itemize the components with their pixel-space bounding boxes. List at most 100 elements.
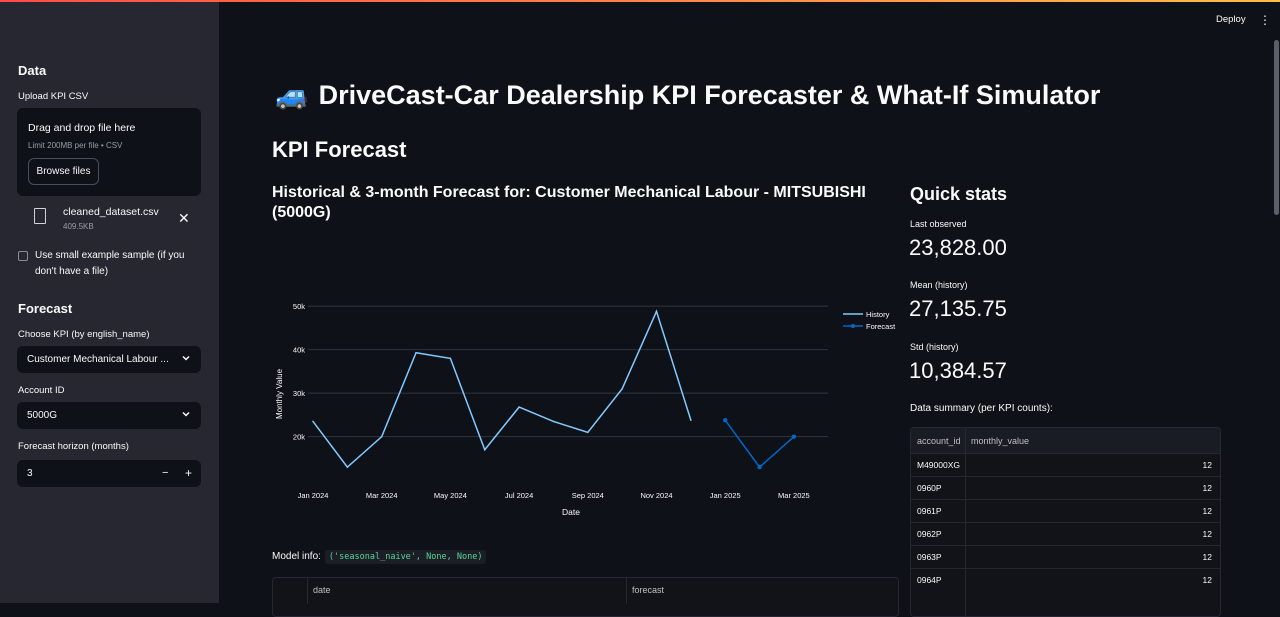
- cell-account-id: 0962P: [917, 529, 942, 539]
- cell-account-id: 0964P: [917, 575, 942, 585]
- horizon-value[interactable]: 3: [27, 468, 33, 479]
- kpi-select-label: Choose KPI (by english_name): [18, 329, 150, 340]
- x-tick-label: Sep 2024: [572, 491, 604, 500]
- file-icon: [34, 208, 46, 224]
- x-tick-label: Jan 2024: [298, 491, 329, 500]
- cell-account-id: 0961P: [917, 506, 942, 516]
- history-point: [552, 420, 555, 423]
- cell-monthly-value: 12: [1202, 460, 1212, 470]
- column-header-monthly-value[interactable]: monthly_value: [971, 436, 1029, 446]
- sample-checkbox-label[interactable]: Use small example sample (if you don't h…: [35, 248, 195, 280]
- table-row[interactable]: 0963P 12: [911, 545, 1220, 568]
- std-label: Std (history): [910, 342, 959, 352]
- scrollbar[interactable]: [1274, 40, 1279, 215]
- data-summary-table[interactable]: account_id monthly_value M49000XG 12 0960…: [910, 427, 1221, 617]
- deploy-button[interactable]: Deploy: [1216, 14, 1246, 25]
- upload-label: Upload KPI CSV: [18, 91, 89, 102]
- forecast-chart[interactable]: 20k 30k 40k 50k Jan 2024 Mar 2024 May 2024 Jul …: [272, 296, 902, 526]
- forecast-series-line: [724, 419, 795, 469]
- x-tick-label: Mar 2025: [778, 491, 810, 500]
- y-tick-label: 20k: [293, 433, 305, 442]
- x-tick-label: May 2024: [434, 491, 467, 500]
- account-select-label: Account ID: [18, 385, 65, 396]
- kpi-select[interactable]: Customer Mechanical Labour ...: [17, 346, 201, 373]
- model-info: Model info: ('seasonal_naive', None, None…: [272, 550, 487, 564]
- history-point: [449, 357, 452, 360]
- data-heading: Data: [18, 63, 47, 78]
- x-tick-label: Jul 2024: [505, 491, 533, 500]
- y-tick-label: 30k: [293, 389, 305, 398]
- column-header-forecast[interactable]: forecast: [632, 585, 664, 595]
- history-point: [690, 419, 692, 421]
- forecast-heading: Forecast: [18, 301, 73, 316]
- chevron-down-icon: [182, 411, 190, 417]
- y-axis-label: Monthly Value: [275, 368, 284, 419]
- legend-history-label: History: [866, 310, 890, 319]
- table-row[interactable]: 0962P 12: [911, 522, 1220, 545]
- dropzone-limit: Limit 200MB per file • CSV: [28, 141, 123, 150]
- sidebar: Data Upload KPI CSV Drag and drop file h…: [0, 2, 219, 603]
- x-tick-label: Mar 2024: [366, 491, 398, 500]
- history-point: [346, 466, 349, 468]
- decrement-button[interactable]: −: [162, 467, 168, 479]
- table-row[interactable]: 0964P 12: [911, 568, 1220, 591]
- file-name: cleaned_dataset.csv: [63, 206, 159, 218]
- chevron-down-icon: [182, 355, 190, 361]
- cell-monthly-value: 12: [1202, 575, 1212, 585]
- legend-forecast-label: Forecast: [866, 322, 896, 331]
- forecast-point: [791, 434, 797, 439]
- table-row[interactable]: M49000XG 12: [911, 453, 1220, 476]
- main-menu-icon[interactable]: ⋮: [1259, 13, 1271, 27]
- history-point: [483, 448, 486, 451]
- remove-file-close-icon[interactable]: ✕: [178, 210, 190, 227]
- account-select[interactable]: 5000G: [17, 402, 201, 429]
- cell-account-id: M49000XG: [917, 460, 960, 470]
- account-select-value: 5000G: [27, 410, 58, 421]
- mean-value: 27,135.75: [909, 296, 1007, 321]
- x-tick-label: Jan 2025: [710, 491, 741, 500]
- y-tick-label: 50k: [293, 302, 305, 311]
- column-divider: [626, 578, 627, 604]
- history-point: [621, 388, 623, 390]
- cell-account-id: 0963P: [917, 552, 942, 562]
- model-info-label: Model info:: [272, 551, 321, 562]
- page-title: 🚙 DriveCast-Car Dealership KPI Forecaster…: [275, 79, 1100, 111]
- forecast-point: [757, 464, 762, 470]
- model-info-code: ('seasonal_naive', None, None): [324, 550, 487, 564]
- x-axis-label: Date: [562, 507, 580, 517]
- data-summary-label: Data summary (per KPI counts):: [910, 403, 1053, 414]
- chart-heading: Historical & 3-month Forecast for: Custo…: [272, 184, 866, 221]
- history-point: [380, 435, 383, 438]
- history-point: [312, 420, 314, 423]
- section-title: KPI Forecast: [272, 137, 407, 162]
- history-series-line: [312, 309, 692, 469]
- increment-button[interactable]: +: [185, 466, 192, 480]
- dropzone-text: Drag and drop file here: [28, 122, 136, 134]
- history-point: [415, 351, 417, 354]
- uploaded-file: cleaned_dataset.csv 409.5KB ✕: [34, 204, 201, 234]
- column-header-account-id[interactable]: account_id: [917, 436, 961, 446]
- cell-account-id: 0960P: [917, 483, 942, 493]
- cell-monthly-value: 12: [1202, 529, 1212, 539]
- column-divider: [965, 428, 966, 616]
- file-size: 409.5KB: [63, 222, 94, 231]
- quick-stats-title: Quick stats: [910, 184, 1008, 204]
- browse-files-button[interactable]: Browse files: [28, 158, 99, 185]
- history-point: [655, 310, 658, 313]
- cell-monthly-value: 12: [1202, 506, 1212, 516]
- sample-checkbox[interactable]: [18, 251, 28, 261]
- history-point: [518, 406, 520, 408]
- table-row[interactable]: 0961P 12: [911, 499, 1220, 522]
- x-tick-label: Nov 2024: [640, 491, 672, 500]
- table-row[interactable]: 0960P 12: [911, 476, 1220, 499]
- legend-forecast-marker: [851, 324, 855, 328]
- file-dropzone[interactable]: Drag and drop file here Limit 200MB per …: [17, 108, 201, 196]
- std-value: 10,384.57: [909, 358, 1007, 383]
- page-title-text: DriveCast-Car Dealership KPI Forecaster …: [318, 80, 1101, 110]
- forecast-table[interactable]: date forecast: [272, 577, 899, 617]
- horizon-number-input[interactable]: 3 − +: [17, 460, 201, 487]
- column-header-date[interactable]: date: [313, 585, 331, 595]
- cell-monthly-value: 12: [1202, 552, 1212, 562]
- table-header: account_id monthly_value: [911, 428, 1220, 453]
- y-tick-label: 40k: [293, 346, 305, 355]
